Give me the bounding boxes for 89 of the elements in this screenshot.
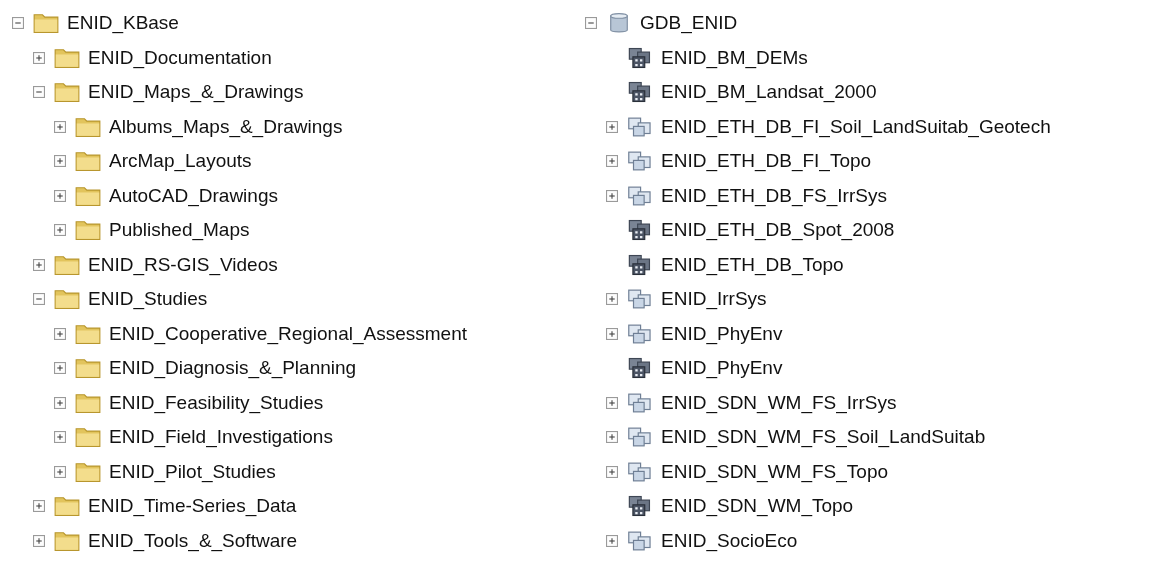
expand-toggle[interactable] [54,189,66,202]
stacked-squares-icon [627,288,653,311]
tree-item-label[interactable]: ENID_Tools_&_Software [88,529,298,552]
expand-toggle[interactable] [606,396,618,409]
tree-item-label[interactable]: ENID_KBase [67,12,179,35]
expand-toggle[interactable] [54,396,66,409]
stacked-squares-icon [627,426,653,449]
tree-item-label[interactable]: ENID_Field_Investigations [109,426,333,449]
folder-icon [75,460,101,483]
folder-icon [75,322,101,345]
tree-item-label[interactable]: ENID_Documentation [88,46,272,69]
folder-icon [54,81,80,104]
folder-icon [75,115,101,138]
grid-icon [627,253,653,276]
tree-item-label[interactable]: ENID_PhyEnv [661,357,783,380]
expand-toggle[interactable] [606,120,618,133]
expand-toggle[interactable] [606,327,618,340]
folder-icon [75,184,101,207]
expand-toggle[interactable] [606,155,618,168]
folder-icon [54,253,80,276]
folder-icon [75,357,101,380]
tree-item-label[interactable]: ENID_SDN_WM_FS_IrrSys [661,391,897,414]
grid-icon [627,357,653,380]
expand-toggle[interactable] [585,17,597,30]
folder-icon [33,12,59,35]
expand-toggle[interactable] [54,431,66,444]
grid-icon [627,495,653,518]
tree-item-label[interactable]: Albums_Maps_&_Drawings [109,115,343,138]
tree-item-label[interactable]: ENID_Studies [88,288,208,311]
expand-toggle[interactable] [606,465,618,478]
tree-item-label[interactable]: ENID_Time-Series_Data [88,495,297,518]
tree-item-label[interactable]: ENID_Diagnosis_&_Planning [109,357,357,380]
expand-toggle[interactable] [606,293,618,306]
tree-item-label[interactable]: ENID_SDN_WM_FS_Topo [661,460,889,483]
tree-item-label[interactable]: ENID_PhyEnv [661,322,783,345]
expand-toggle[interactable] [33,258,45,271]
expand-toggle[interactable] [606,189,618,202]
expand-toggle[interactable] [33,534,45,547]
grid-icon [627,81,653,104]
expand-toggle[interactable] [54,224,66,237]
stacked-squares-icon [627,529,653,552]
tree-item-label[interactable]: ENID_BM_Landsat_2000 [661,81,877,104]
stacked-squares-icon [627,460,653,483]
folder-icon [75,426,101,449]
expand-toggle[interactable] [606,534,618,547]
expand-toggle[interactable] [606,431,618,444]
expand-toggle[interactable] [54,120,66,133]
tree-item-label[interactable]: ArcMap_Layouts [109,150,252,173]
expand-toggle[interactable] [54,465,66,478]
tree-item-label[interactable]: ENID_ETH_DB_Spot_2008 [661,219,895,242]
tree-item-label[interactable]: GDB_ENID [640,12,738,35]
folder-icon [75,391,101,414]
tree-item-label[interactable]: ENID_SocioEco [661,529,798,552]
folder-icon [54,529,80,552]
tree-item-label[interactable]: ENID_ETH_DB_FI_Topo [661,150,872,173]
tree-item-label[interactable]: ENID_IrrSys [661,288,767,311]
expand-toggle[interactable] [33,86,45,99]
stacked-squares-icon [627,391,653,414]
expand-toggle[interactable] [33,500,45,513]
expand-toggle[interactable] [54,155,66,168]
grid-icon [627,219,653,242]
expand-toggle[interactable] [54,362,66,375]
tree-item-label[interactable]: ENID_Feasibility_Studies [109,391,324,414]
expand-toggle[interactable] [33,293,45,306]
tree-item-label[interactable]: AutoCAD_Drawings [109,184,278,207]
folder-icon [75,150,101,173]
expand-toggle[interactable] [12,17,24,30]
expand-toggle[interactable] [33,51,45,64]
tree-item-label[interactable]: ENID_BM_DEMs [661,46,808,69]
tree-item-label[interactable]: ENID_SDN_WM_FS_Soil_LandSuitab [661,426,986,449]
stacked-squares-icon [627,115,653,138]
tree-item-label[interactable]: ENID_Cooperative_Regional_Assessment [109,322,468,345]
tree-item-label[interactable]: ENID_RS-GIS_Videos [88,253,278,276]
expand-toggle[interactable] [54,327,66,340]
tree-item-label[interactable]: ENID_ETH_DB_Topo [661,253,844,276]
tree-item-label[interactable]: ENID_SDN_WM_Topo [661,495,854,518]
stacked-squares-icon [627,150,653,173]
stacked-squares-icon [627,322,653,345]
tree-item-label[interactable]: ENID_ETH_DB_FS_IrrSys [661,184,887,207]
folder-icon [54,288,80,311]
tree-item-label[interactable]: Published_Maps [109,219,250,242]
folder-icon [75,219,101,242]
grid-icon [627,46,653,69]
folder-icon [54,46,80,69]
tree-item-label[interactable]: ENID_Pilot_Studies [109,460,276,483]
tree-item-label[interactable]: ENID_ETH_DB_FI_Soil_LandSuitab_Geotech [661,115,1051,138]
folder-icon [54,495,80,518]
stacked-squares-icon [627,184,653,207]
tree-item-label[interactable]: ENID_Maps_&_Drawings [88,81,304,104]
